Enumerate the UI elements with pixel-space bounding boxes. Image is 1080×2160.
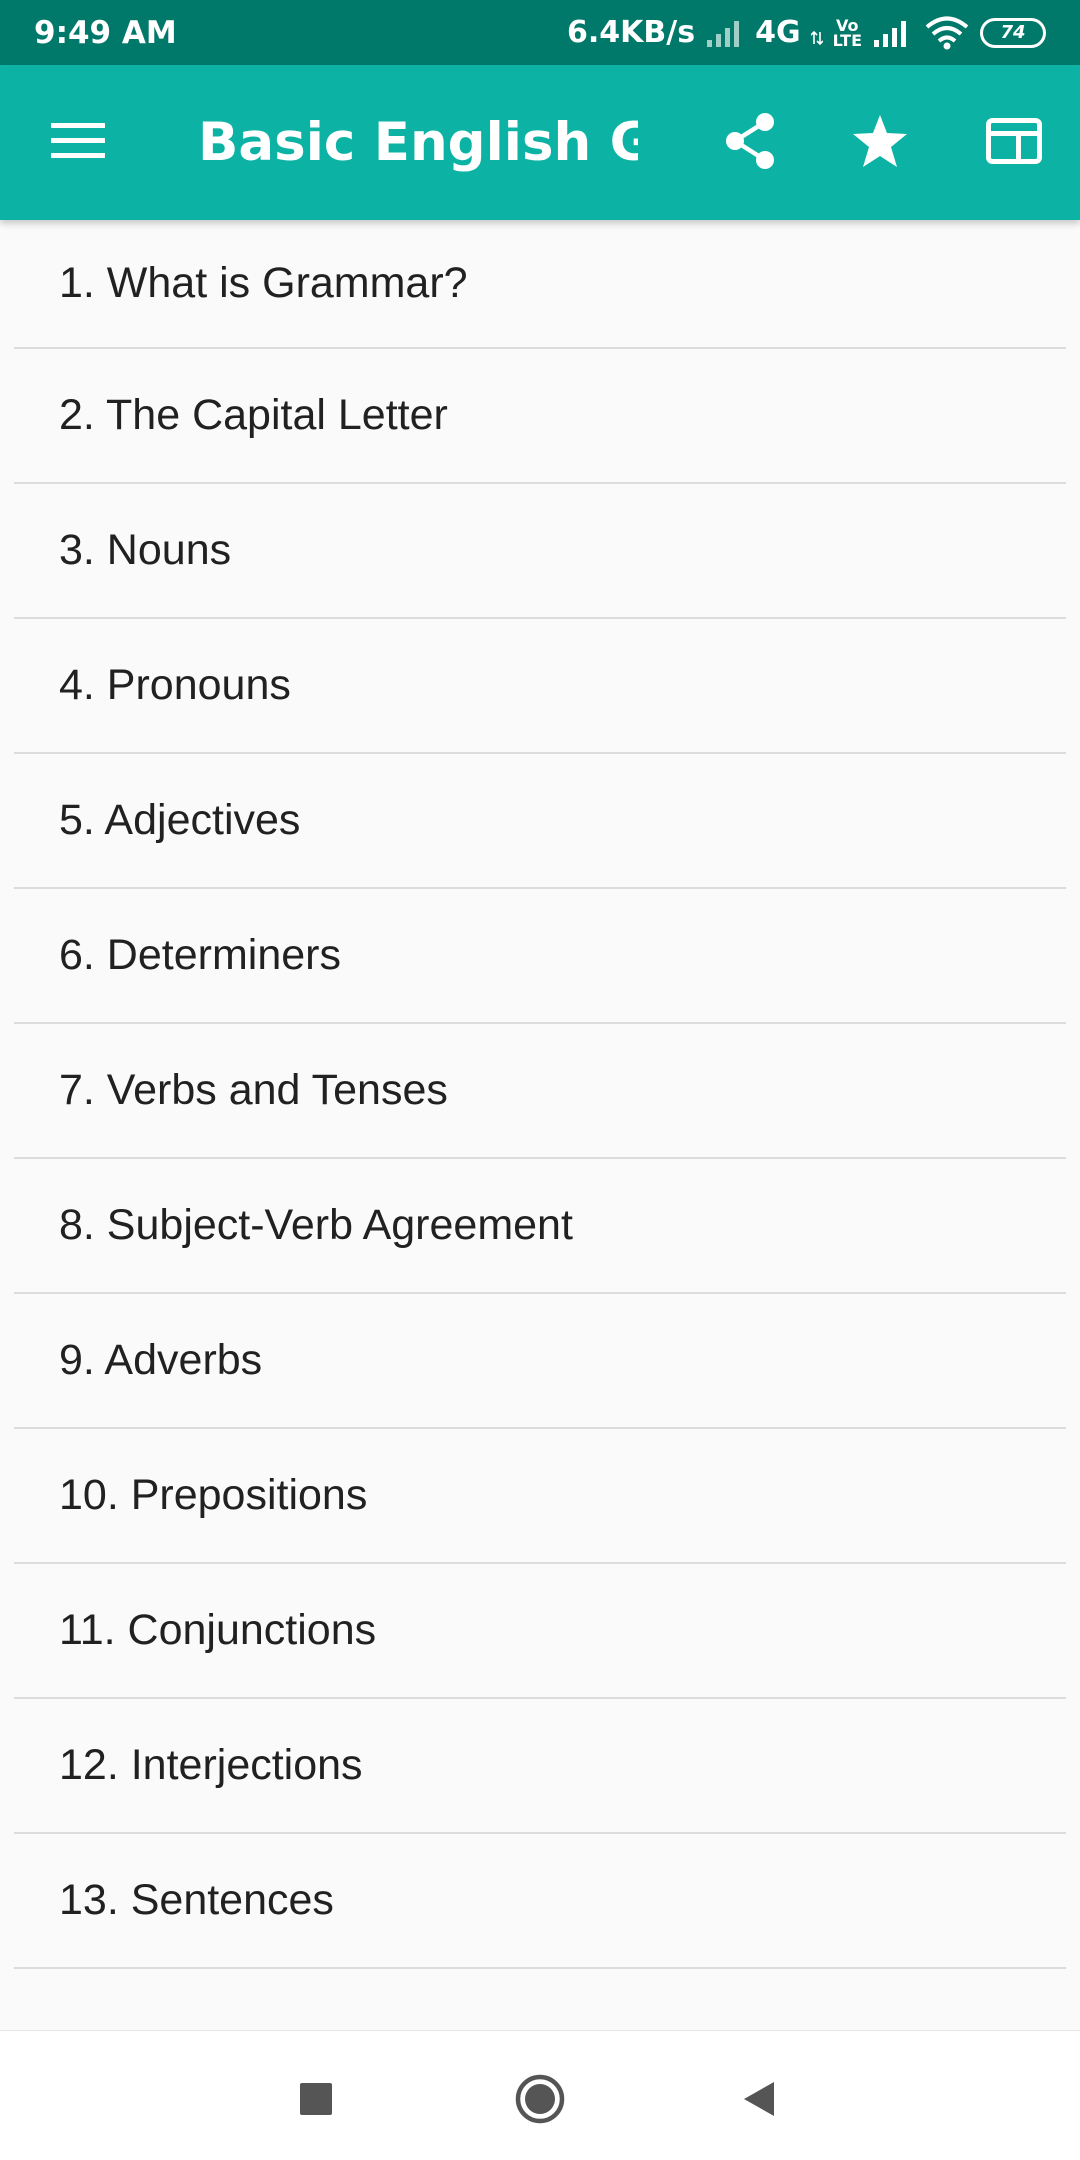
data-arrows-icon — [810, 18, 823, 48]
system-nav-bar — [0, 2030, 1080, 2160]
list-item[interactable]: 1. What is Grammar? — [14, 220, 1066, 349]
list-item[interactable]: 8. Subject-Verb Agreement — [14, 1159, 1066, 1294]
list-item[interactable]: 4. Pronouns — [14, 619, 1066, 754]
list-item[interactable]: 9. Adverbs — [14, 1294, 1066, 1429]
topic-list: 1. What is Grammar? 2. The Capital Lette… — [0, 220, 1080, 1969]
home-button[interactable] — [500, 2061, 580, 2141]
list-item[interactable]: 6. Determiners — [14, 889, 1066, 1024]
status-bar: 9:49 AM 6.4KB/s 4G Vo LTE 74 — [0, 0, 1080, 65]
list-item[interactable]: 2. The Capital Letter — [14, 349, 1066, 484]
list-item[interactable]: 11. Conjunctions — [14, 1564, 1066, 1699]
signal-weak-icon — [705, 18, 745, 48]
battery-icon: 74 — [980, 17, 1046, 48]
app-bar: Basic English Gr... — [0, 65, 1080, 220]
share-button[interactable] — [702, 99, 798, 187]
menu-icon — [51, 121, 105, 166]
list-item[interactable]: 5. Adjectives — [14, 754, 1066, 889]
list-item[interactable]: 13. Sentences — [14, 1834, 1066, 1969]
recents-button[interactable] — [276, 2061, 356, 2141]
network-speed: 6.4KB/s — [567, 15, 696, 50]
list-item[interactable]: 7. Verbs and Tenses — [14, 1024, 1066, 1159]
list-item[interactable]: 12. Interjections — [14, 1699, 1066, 1834]
list-item[interactable]: 10. Prepositions — [14, 1429, 1066, 1564]
signal-icon — [872, 18, 914, 48]
network-type: 4G — [755, 15, 801, 50]
recents-square-icon — [298, 2081, 334, 2122]
menu-button[interactable] — [30, 99, 126, 187]
back-button[interactable] — [720, 2061, 800, 2141]
status-indicators: 6.4KB/s 4G Vo LTE 74 — [567, 15, 1046, 50]
list-item[interactable]: 3. Nouns — [14, 484, 1066, 619]
home-circle-icon — [514, 2073, 566, 2130]
star-icon — [852, 114, 908, 173]
volte-indicator: Vo LTE — [832, 15, 862, 50]
favorite-button[interactable] — [832, 99, 928, 187]
layout-icon — [986, 117, 1042, 169]
app-title: Basic English Gr... — [198, 112, 638, 173]
back-triangle-icon — [740, 2079, 780, 2124]
layout-button[interactable] — [966, 99, 1062, 187]
wifi-icon — [924, 16, 970, 50]
share-icon — [723, 112, 777, 175]
status-time: 9:49 AM — [34, 14, 177, 51]
